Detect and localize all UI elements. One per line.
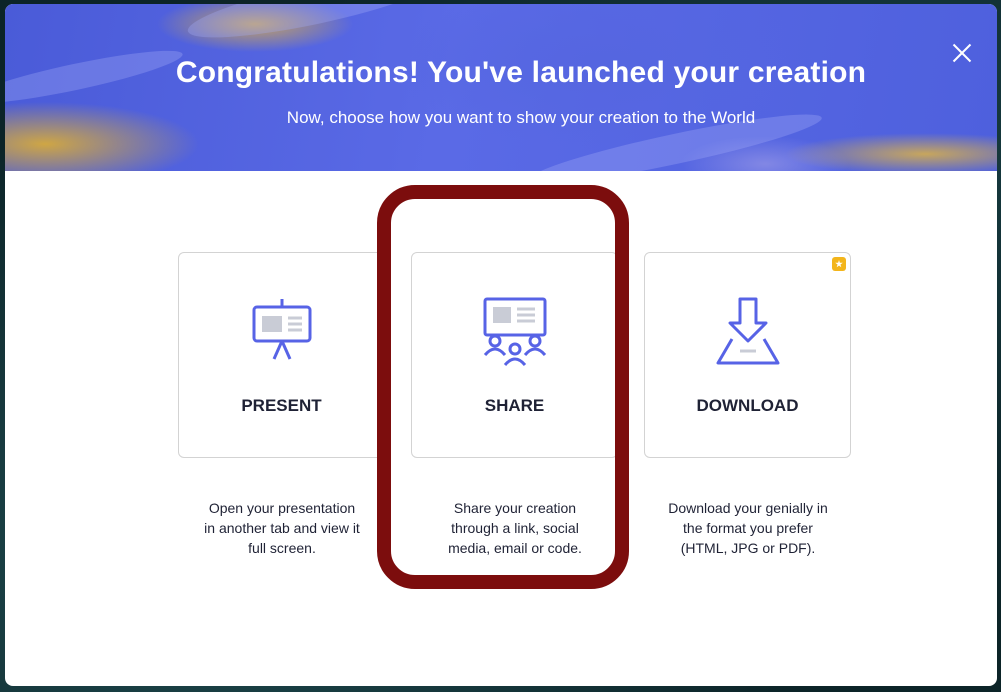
dialog-title: Congratulations! You've launched your cr… — [175, 56, 867, 89]
share-option-card[interactable]: SHARE — [411, 252, 618, 458]
present-option-description: Open your presentation in another tab an… — [172, 498, 392, 558]
description-line: Open your presentation — [208, 500, 356, 516]
description-line: full screen. — [248, 540, 316, 556]
download-option-description: Download your genially in the format you… — [638, 498, 858, 558]
download-option-card[interactable]: DOWNLOAD — [644, 252, 851, 458]
share-option-description: Share your creation through a link, soci… — [405, 498, 625, 558]
presentation-board-icon — [252, 299, 311, 360]
star-badge-icon — [832, 257, 846, 271]
launch-dialog: Congratulations! You've launched your cr… — [5, 4, 997, 686]
description-line: (HTML, JPG or PDF). — [680, 540, 816, 556]
dialog-banner: Congratulations! You've launched your cr… — [5, 4, 997, 171]
description-line: Share your creation — [453, 500, 577, 516]
share-option-label: SHARE — [484, 396, 545, 415]
description-line: through a link, social — [451, 520, 579, 536]
audience-presentation-icon — [483, 297, 546, 367]
description-line: in another tab and view it — [204, 520, 360, 536]
close-icon[interactable] — [949, 40, 975, 66]
description-line: media, email or code. — [448, 540, 582, 556]
banner-texture — [183, 4, 447, 51]
description-line: the format you prefer — [683, 520, 813, 536]
download-option-label: DOWNLOAD — [696, 396, 799, 415]
present-option-card[interactable]: PRESENT — [178, 252, 385, 458]
download-arrow-icon — [716, 297, 779, 365]
dialog-subtitle: Now, choose how you want to show your cr… — [286, 108, 756, 127]
description-line: Download your genially in — [668, 500, 828, 516]
present-option-label: PRESENT — [241, 396, 322, 415]
